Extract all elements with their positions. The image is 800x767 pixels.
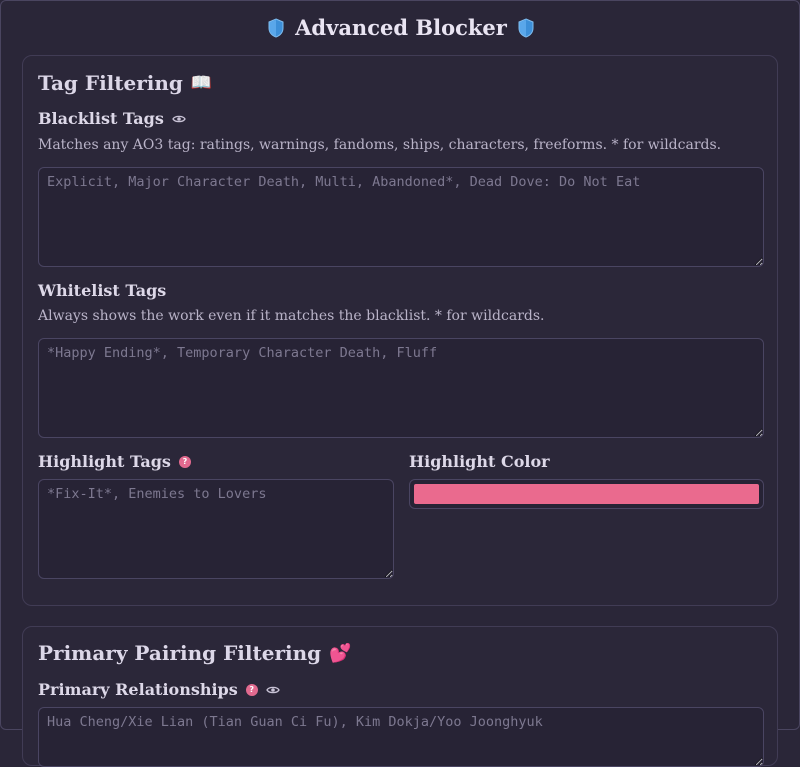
eye-icon[interactable] [172, 114, 186, 124]
shield-icon [518, 17, 534, 38]
pairing-filtering-section: Primary Pairing Filtering 💕 Primary Rela… [22, 626, 778, 767]
whitelist-input[interactable] [38, 338, 764, 438]
highlight-color-picker[interactable] [409, 479, 764, 509]
highlight-color-label: Highlight Color [409, 452, 550, 471]
highlight-label: Highlight Tags [38, 452, 171, 471]
highlight-input[interactable] [38, 479, 394, 579]
blacklist-label: Blacklist Tags [38, 109, 164, 128]
blacklist-input[interactable] [38, 167, 764, 267]
highlight-label-row: Highlight Tags ? [38, 452, 191, 471]
section-title: Primary Pairing Filtering 💕 [38, 641, 352, 665]
hearts-icon: 💕 [329, 642, 352, 664]
color-swatch [414, 484, 759, 504]
relationships-label: Primary Relationships [38, 680, 238, 699]
whitelist-description: Always shows the work even if it matches… [38, 308, 545, 324]
help-icon[interactable]: ? [245, 683, 258, 696]
page-title: Advanced Blocker [295, 15, 507, 40]
blacklist-description: Matches any AO3 tag: ratings, warnings, … [38, 137, 722, 153]
eye-icon[interactable] [266, 685, 280, 695]
blacklist-label-row: Blacklist Tags [38, 109, 186, 128]
relationships-label-row: Primary Relationships ? [38, 680, 280, 699]
pairing-filtering-title: Primary Pairing Filtering [38, 641, 322, 665]
help-icon[interactable]: ? [178, 455, 191, 468]
shield-icon [268, 17, 284, 38]
page-title-row: Advanced Blocker [1, 15, 800, 40]
book-icon: 📖 [190, 73, 213, 93]
tag-filtering-title: Tag Filtering [38, 71, 183, 95]
section-title: Tag Filtering 📖 [38, 71, 212, 95]
tag-filtering-section: Tag Filtering 📖 Blacklist Tags Matches a… [22, 55, 778, 606]
relationships-input[interactable] [38, 707, 764, 767]
whitelist-label-row: Whitelist Tags [38, 281, 166, 300]
highlight-color-label-row: Highlight Color [409, 452, 550, 471]
whitelist-label: Whitelist Tags [38, 281, 167, 300]
